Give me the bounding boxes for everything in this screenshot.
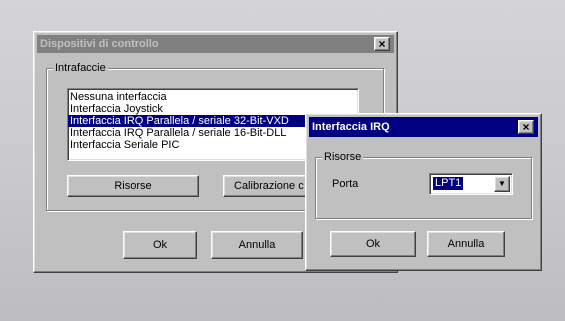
porta-select[interactable]: LPT1 ▼	[429, 173, 513, 195]
irq-annulla-button-label: Annulla	[447, 238, 485, 250]
annulla-button[interactable]: Annulla	[211, 231, 303, 259]
interfaccia-irq-dialog: Interfaccia IRQ × Risorse Porta LPT1 ▼ O…	[305, 113, 542, 271]
close-icon: ×	[378, 37, 386, 51]
dispositivi-close-button[interactable]: ×	[374, 37, 390, 51]
risorse-button-label: Risorse	[114, 180, 152, 192]
risorse-button[interactable]: Risorse	[67, 175, 199, 197]
dispositivi-title: Dispositivi di controllo	[40, 38, 159, 50]
ok-button-label: Ok	[152, 239, 168, 251]
ok-button[interactable]: Ok	[123, 231, 197, 259]
annulla-button-label: Annulla	[238, 239, 276, 251]
irq-ok-button-label: Ok	[365, 238, 381, 250]
irq-annulla-button[interactable]: Annulla	[427, 231, 505, 257]
calibrazione-button-label: Calibrazione c	[234, 180, 304, 192]
porta-select-value: LPT1	[431, 176, 465, 191]
dispositivi-titlebar[interactable]: Dispositivi di controllo	[37, 35, 394, 53]
list-item[interactable]: Nessuna interfaccia	[68, 91, 358, 103]
irq-titlebar[interactable]: Interfaccia IRQ	[309, 117, 538, 137]
irq-title: Interfaccia IRQ	[312, 121, 390, 133]
porta-label: Porta	[332, 178, 359, 190]
close-icon: ×	[522, 120, 530, 134]
irq-ok-button[interactable]: Ok	[330, 231, 416, 257]
chevron-down-icon[interactable]: ▼	[494, 176, 510, 192]
risorse-group: Risorse Porta LPT1 ▼	[315, 150, 532, 219]
irq-close-button[interactable]: ×	[518, 120, 534, 134]
intrafaccie-group-label: Intrafaccie	[53, 61, 108, 75]
risorse-group-label: Risorse	[322, 150, 364, 164]
